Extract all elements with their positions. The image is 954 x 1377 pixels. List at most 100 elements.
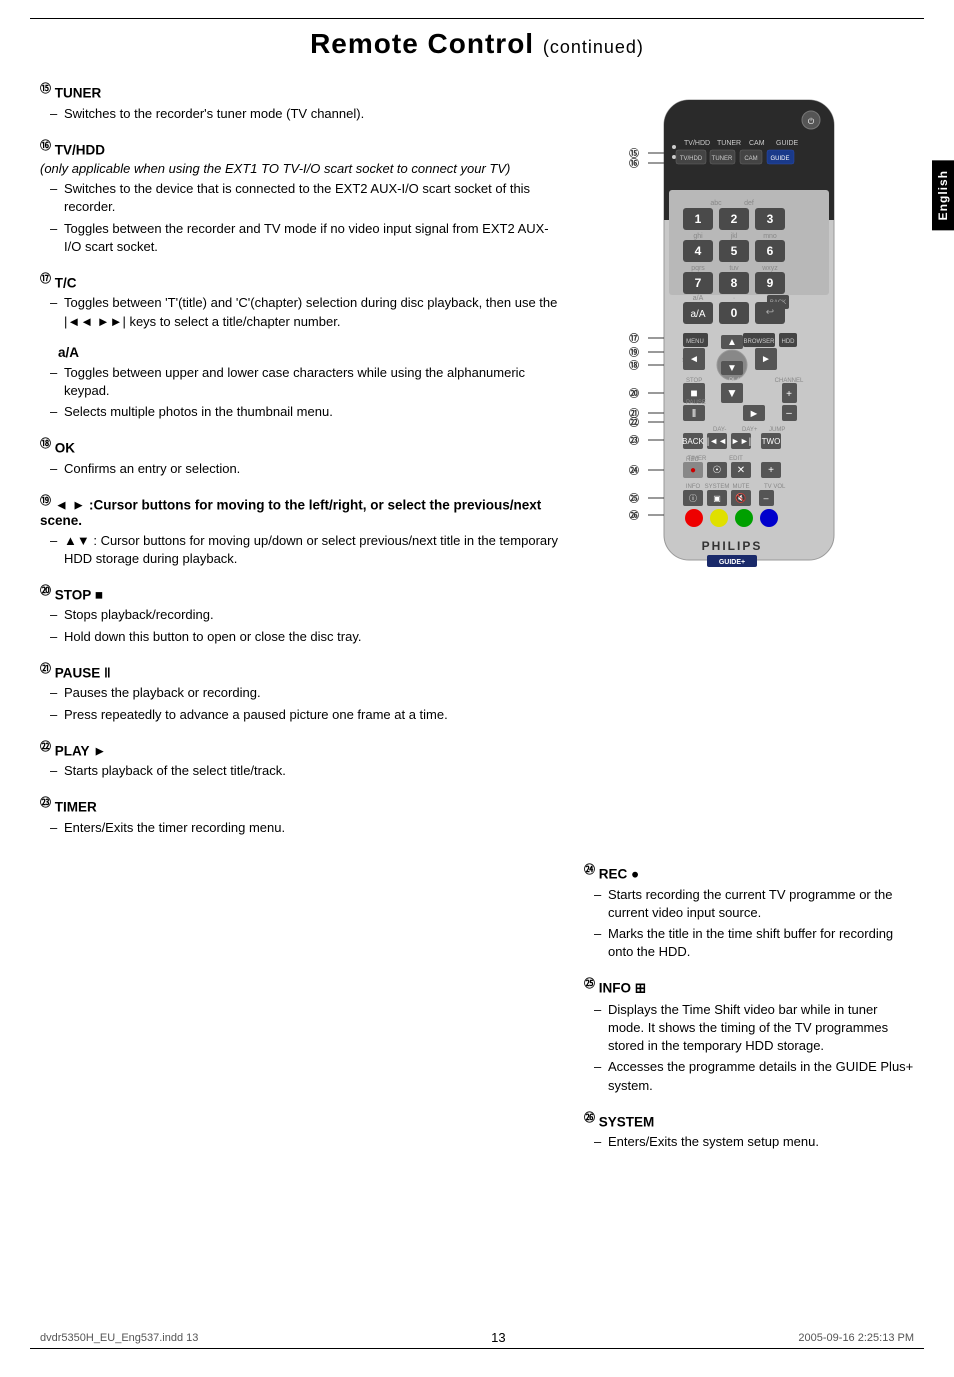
svg-text:5: 5	[731, 244, 738, 258]
section-tvhdd-title: ⑯ TV/HDD	[40, 137, 564, 158]
svg-text:jkl: jkl	[730, 233, 738, 240]
list-item: Press repeatedly to advance a paused pic…	[50, 706, 564, 724]
section-play: ㉒ PLAY ► Starts playback of the select t…	[40, 738, 564, 781]
left-column: ⑮ TUNER Switches to the recorder's tuner…	[40, 80, 564, 851]
svg-text:1: 1	[695, 212, 702, 226]
svg-text:a/A: a/A	[690, 309, 705, 320]
svg-text:PHILIPS: PHILIPS	[702, 539, 763, 553]
section-cursor-title: ⑲ ◄ ► :Cursor buttons for moving to the …	[40, 492, 564, 528]
list-item: ▲▼ : Cursor buttons for moving up/down o…	[50, 532, 564, 568]
svg-text:MUTE: MUTE	[733, 484, 750, 490]
section-aa: a/A Toggles between upper and lower case…	[40, 345, 564, 422]
section-tuner-title: ⑮ TUNER	[40, 80, 564, 101]
section-pause-title: ㉑ PAUSE ‖	[40, 660, 564, 681]
section-info-title: ㉕ INFO ⊞	[584, 975, 914, 997]
svg-text:CAM: CAM	[744, 156, 757, 162]
section-info-bullets: Displays the Time Shift video bar while …	[584, 1001, 914, 1095]
list-item: Marks the title in the time shift buffer…	[594, 925, 914, 961]
english-tab: English	[932, 160, 954, 230]
svg-text:TV/HDD: TV/HDD	[680, 156, 703, 162]
list-item: Hold down this button to open or close t…	[50, 628, 564, 646]
svg-text:▼: ▼	[726, 386, 738, 400]
section-stop-title: ⑳ STOP ■	[40, 582, 564, 603]
svg-text:㉓: ㉓	[629, 434, 639, 447]
section-system: ㉖ SYSTEM Enters/Exits the system setup m…	[584, 1109, 914, 1152]
section-cursor: ⑲ ◄ ► :Cursor buttons for moving to the …	[40, 492, 564, 568]
svg-text:⑳: ⑳	[629, 387, 639, 400]
section-tc: ⑰ T/C Toggles between 'T'(title) and 'C'…	[40, 270, 564, 331]
svg-text:TUNER: TUNER	[717, 140, 741, 147]
svg-text:PLAY: PLAY	[729, 378, 744, 384]
list-item: Accesses the programme details in the GU…	[594, 1058, 914, 1094]
section-info: ㉕ INFO ⊞ Displays the Time Shift video b…	[584, 975, 914, 1094]
list-item: Enters/Exits the timer recording menu.	[50, 819, 564, 837]
svg-text:●: ●	[690, 465, 696, 476]
svg-text:3: 3	[767, 212, 774, 226]
list-item: Toggles between the recorder and TV mode…	[50, 220, 564, 256]
list-item: Starts recording the current TV programm…	[594, 886, 914, 922]
svg-text:▲: ▲	[727, 337, 737, 348]
svg-text:CAM: CAM	[749, 140, 765, 147]
section-tvhdd: ⑯ TV/HDD (only applicable when using the…	[40, 137, 564, 256]
svg-text:‖: ‖	[692, 408, 697, 420]
svg-text:GUIDE: GUIDE	[770, 156, 789, 162]
list-item: Displays the Time Shift video bar while …	[594, 1001, 914, 1056]
svg-text:6: 6	[767, 244, 774, 258]
svg-text:4: 4	[695, 244, 702, 258]
section-aa-title: a/A	[40, 345, 564, 360]
section-system-title: ㉖ SYSTEM	[584, 1109, 914, 1130]
svg-text:CHANNEL: CHANNEL	[775, 378, 804, 384]
bottom-content: ㉔ REC ● Starts recording the current TV …	[0, 861, 954, 1165]
svg-text:+: +	[786, 389, 792, 400]
svg-text:INFO: INFO	[686, 484, 701, 490]
section-aa-bullets: Toggles between upper and lower case cha…	[40, 364, 564, 422]
svg-text:·: ·	[733, 295, 735, 302]
continued-label: (continued)	[543, 37, 644, 57]
list-item: Toggles between 'T'(title) and 'C'(chapt…	[50, 294, 564, 330]
section-ok-bullets: Confirms an entry or selection.	[40, 460, 564, 478]
svg-text:►►|: ►►|	[731, 436, 751, 446]
svg-text:☉: ☉	[713, 465, 722, 476]
svg-text:HDD: HDD	[782, 339, 796, 345]
section-timer-title: ㉓ TIMER	[40, 794, 564, 815]
section-system-bullets: Enters/Exits the system setup menu.	[584, 1133, 914, 1151]
section-ok-title: ⑱ OK	[40, 435, 564, 456]
page-number: 13	[491, 1330, 505, 1345]
svg-text:⏻: ⏻	[808, 117, 815, 126]
svg-text:▼: ▼	[727, 363, 737, 374]
svg-text:def: def	[744, 200, 754, 207]
section-timer: ㉓ TIMER Enters/Exits the timer recording…	[40, 794, 564, 837]
svg-text:pqrs: pqrs	[691, 265, 705, 272]
svg-text:SYSTEM: SYSTEM	[705, 484, 730, 490]
section-play-bullets: Starts playback of the select title/trac…	[40, 762, 564, 780]
svg-text:►: ►	[749, 408, 760, 420]
svg-text:–: –	[786, 408, 792, 419]
section-tc-title: ⑰ T/C	[40, 270, 564, 291]
svg-text:TV/HDD: TV/HDD	[684, 140, 710, 147]
svg-text:ghi: ghi	[693, 233, 703, 240]
list-item: Stops playback/recording.	[50, 606, 564, 624]
footer: dvdr5350H_EU_Eng537.indd 13 13 2005-09-1…	[40, 1330, 914, 1345]
section-tuner-bullets: Switches to the recorder's tuner mode (T…	[40, 105, 564, 123]
svg-text:tuv: tuv	[729, 265, 739, 272]
svg-text:REC: REC	[686, 457, 699, 463]
svg-text:a/A: a/A	[693, 295, 704, 302]
svg-text:⑰: ⑰	[629, 332, 639, 345]
svg-text:GUIDE: GUIDE	[776, 140, 799, 147]
footer-left: dvdr5350H_EU_Eng537.indd 13	[40, 1332, 198, 1344]
page-title: Remote Control (continued)	[0, 0, 954, 80]
svg-text:🔇: 🔇	[735, 492, 746, 503]
list-item: Starts playback of the select title/trac…	[50, 762, 564, 780]
svg-text:DAY+: DAY+	[742, 427, 758, 433]
svg-text:▣: ▣	[713, 494, 721, 503]
list-item: Confirms an entry or selection.	[50, 460, 564, 478]
section-tuner: ⑮ TUNER Switches to the recorder's tuner…	[40, 80, 564, 123]
section-timer-bullets: Enters/Exits the timer recording menu.	[40, 819, 564, 837]
svg-text:8: 8	[731, 276, 738, 290]
svg-text:⑯: ⑯	[629, 157, 639, 170]
svg-text:+: +	[768, 465, 774, 476]
svg-text:■: ■	[690, 386, 697, 400]
svg-text:㉖: ㉖	[629, 509, 639, 522]
list-item: Switches to the recorder's tuner mode (T…	[50, 105, 564, 123]
svg-text:JUMP: JUMP	[769, 427, 785, 433]
